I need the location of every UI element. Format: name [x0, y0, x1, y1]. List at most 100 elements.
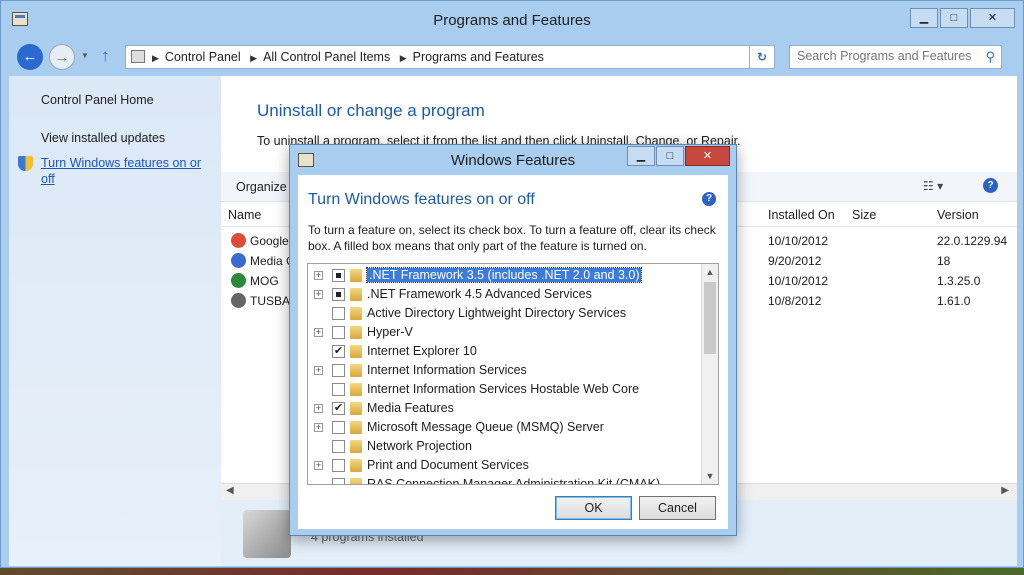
- program-installed-on: 10/8/2012: [768, 294, 822, 308]
- folder-icon: [350, 307, 362, 320]
- help-icon[interactable]: ?: [702, 192, 716, 206]
- program-name: TUSBA: [250, 294, 291, 308]
- dialog-body: Turn Windows features on or off ? To tur…: [298, 175, 728, 529]
- feature-label[interactable]: .NET Framework 3.5 (includes .NET 2.0 an…: [365, 267, 643, 283]
- refresh-icon[interactable]: ↻: [749, 45, 775, 69]
- cancel-button[interactable]: Cancel: [639, 496, 716, 520]
- expand-icon[interactable]: +: [314, 366, 323, 375]
- program-name: MOG: [250, 274, 279, 288]
- breadcrumb-all-items[interactable]: All Control Panel Items: [263, 50, 390, 64]
- feature-checkbox[interactable]: [332, 459, 345, 472]
- search-box[interactable]: ⚲: [789, 45, 1002, 69]
- left-navigation-pane: Control Panel Home View installed update…: [9, 76, 221, 566]
- breadcrumb-control-panel[interactable]: Control Panel: [165, 50, 241, 64]
- scroll-right-icon[interactable]: ▶: [1001, 485, 1009, 496]
- feature-label[interactable]: .NET Framework 4.5 Advanced Services: [367, 287, 592, 301]
- feature-checkbox[interactable]: [332, 307, 345, 320]
- feature-item[interactable]: + Print and Document Services: [308, 456, 700, 475]
- program-installed-on: 9/20/2012: [768, 254, 822, 268]
- help-icon[interactable]: ?: [983, 178, 998, 193]
- program-installed-on: 10/10/2012: [768, 234, 829, 248]
- expand-icon[interactable]: +: [314, 328, 323, 337]
- feature-item[interactable]: ✔ Internet Explorer 10: [308, 342, 700, 361]
- forward-arrow-icon[interactable]: →: [49, 44, 75, 70]
- maximize-button[interactable]: □: [940, 8, 968, 28]
- back-arrow-icon[interactable]: ←: [17, 44, 43, 70]
- program-version: 18: [937, 254, 951, 268]
- feature-item[interactable]: Network Projection: [308, 437, 700, 456]
- feature-checkbox[interactable]: [332, 421, 345, 434]
- turn-windows-features-link[interactable]: Turn Windows features on or off: [41, 155, 211, 187]
- dialog-minimize-button[interactable]: ▁: [627, 146, 655, 166]
- view-options-icon[interactable]: ☷ ▾: [923, 179, 943, 193]
- organize-button[interactable]: Organize ▾: [236, 179, 296, 194]
- feature-checkbox[interactable]: [332, 478, 345, 484]
- expand-icon[interactable]: +: [314, 290, 323, 299]
- column-version[interactable]: Version: [937, 208, 979, 222]
- recent-pages-dropdown-icon[interactable]: ▼: [81, 51, 89, 60]
- feature-item[interactable]: Internet Information Services Hostable W…: [308, 380, 700, 399]
- feature-item[interactable]: + ✔ Media Features: [308, 399, 700, 418]
- feature-item[interactable]: RAS Connection Manager Administration Ki…: [308, 475, 700, 484]
- dialog-close-button[interactable]: ✕: [685, 146, 730, 166]
- feature-checkbox[interactable]: [332, 288, 345, 301]
- feature-checkbox[interactable]: ✔: [332, 402, 345, 415]
- expand-icon[interactable]: +: [314, 271, 323, 280]
- program-version: 22.0.1229.94: [937, 234, 1008, 248]
- feature-checkbox[interactable]: [332, 269, 345, 282]
- scroll-down-icon[interactable]: ▼: [702, 468, 718, 484]
- feature-item[interactable]: + Internet Information Services: [308, 361, 700, 380]
- feature-item[interactable]: + .NET Framework 4.5 Advanced Services: [308, 285, 700, 304]
- minimize-button[interactable]: ▁: [910, 8, 938, 28]
- feature-label[interactable]: Print and Document Services: [367, 458, 529, 472]
- ok-button[interactable]: OK: [555, 496, 632, 520]
- expand-icon[interactable]: +: [314, 404, 323, 413]
- control-panel-home-link[interactable]: Control Panel Home: [41, 93, 154, 107]
- feature-label[interactable]: Media Features: [367, 401, 454, 415]
- view-installed-updates-link[interactable]: View installed updates: [41, 131, 165, 145]
- up-arrow-icon[interactable]: ↑: [101, 46, 110, 66]
- vertical-scrollbar[interactable]: ▲ ▼: [701, 264, 718, 484]
- feature-label[interactable]: Active Directory Lightweight Directory S…: [367, 306, 626, 320]
- feature-checkbox[interactable]: [332, 364, 345, 377]
- expand-icon[interactable]: +: [314, 423, 323, 432]
- scroll-left-icon[interactable]: ◀: [226, 485, 234, 496]
- uac-shield-icon: [18, 156, 33, 171]
- search-icon[interactable]: ⚲: [985, 49, 995, 65]
- page-title: Uninstall or change a program: [257, 101, 485, 120]
- folder-icon: [350, 421, 362, 434]
- feature-label[interactable]: Internet Explorer 10: [367, 344, 477, 358]
- close-button[interactable]: ✕: [970, 8, 1015, 28]
- feature-item[interactable]: Active Directory Lightweight Directory S…: [308, 304, 700, 323]
- feature-checkbox[interactable]: ✔: [332, 345, 345, 358]
- feature-label[interactable]: RAS Connection Manager Administration Ki…: [367, 477, 660, 484]
- program-icon: [231, 293, 246, 308]
- search-input[interactable]: [797, 49, 977, 63]
- expand-icon[interactable]: +: [314, 461, 323, 470]
- feature-item[interactable]: + Hyper-V: [308, 323, 700, 342]
- dialog-heading: Turn Windows features on or off: [308, 191, 535, 208]
- title-bar[interactable]: Programs and Features ▁ □ ✕: [1, 1, 1023, 39]
- feature-checkbox[interactable]: [332, 326, 345, 339]
- feature-label[interactable]: Internet Information Services Hostable W…: [367, 382, 639, 396]
- scroll-up-icon[interactable]: ▲: [702, 264, 718, 280]
- programs-icon: [243, 510, 291, 558]
- column-installed-on[interactable]: Installed On: [768, 208, 835, 222]
- breadcrumb-programs-features[interactable]: Programs and Features: [413, 50, 544, 64]
- scroll-thumb[interactable]: [704, 282, 716, 354]
- column-size[interactable]: Size: [852, 208, 876, 222]
- program-name: Google: [250, 234, 289, 248]
- feature-item[interactable]: + Microsoft Message Queue (MSMQ) Server: [308, 418, 700, 437]
- feature-item[interactable]: + .NET Framework 3.5 (includes .NET 2.0 a…: [308, 266, 700, 285]
- feature-label[interactable]: Microsoft Message Queue (MSMQ) Server: [367, 420, 604, 434]
- column-name[interactable]: Name: [228, 208, 261, 222]
- feature-label[interactable]: Network Projection: [367, 439, 472, 453]
- address-bar[interactable]: ▶ Control Panel ▶ All Control Panel Items …: [125, 45, 775, 69]
- folder-icon: [350, 345, 362, 358]
- feature-label[interactable]: Hyper-V: [367, 325, 413, 339]
- feature-label[interactable]: Internet Information Services: [367, 363, 527, 377]
- feature-checkbox[interactable]: [332, 383, 345, 396]
- windows-features-dialog: Windows Features ▁ □ ✕ Turn Windows feat…: [289, 144, 737, 536]
- dialog-maximize-button[interactable]: □: [656, 146, 684, 166]
- feature-checkbox[interactable]: [332, 440, 345, 453]
